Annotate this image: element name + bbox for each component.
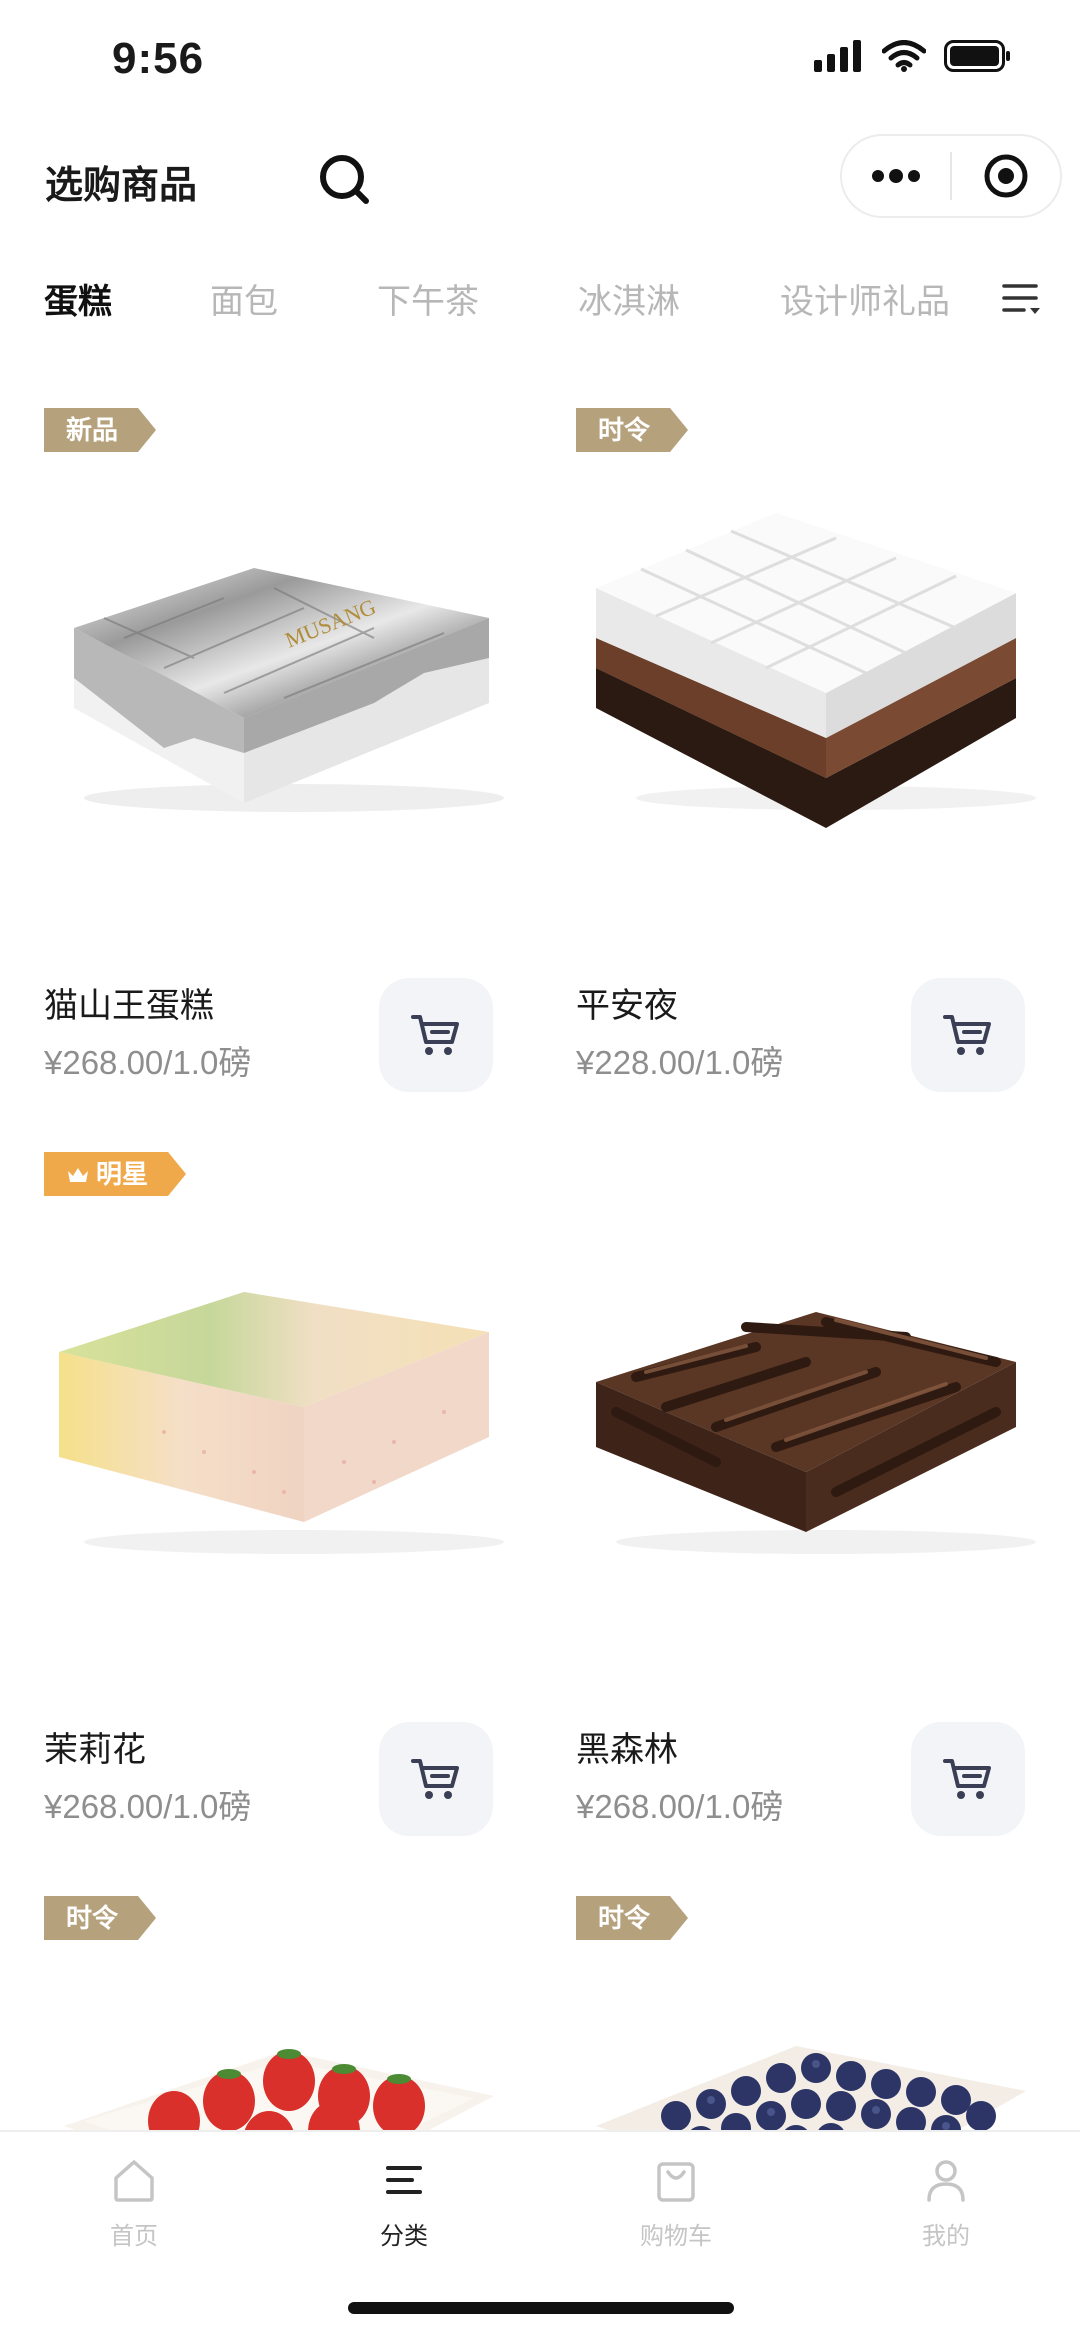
product-name: 茉莉花 (44, 1731, 146, 1769)
user-icon (927, 2160, 965, 2202)
status-bar: 9:56 (0, 0, 1080, 120)
close-miniprogram-button[interactable] (952, 136, 1060, 216)
more-button[interactable] (842, 136, 950, 216)
product-badge: 明星 (44, 1152, 186, 1196)
cart-icon (943, 1015, 991, 1055)
search-button[interactable] (315, 150, 375, 210)
tab-ice-cream[interactable]: 冰淇淋 (578, 274, 680, 323)
header: 选购商品 (0, 130, 1080, 230)
blueberry-cake-image (596, 2046, 1026, 2130)
product-price: ¥268.00/1.0磅 (44, 1044, 252, 1081)
product-badge: 新品 (44, 408, 156, 452)
product-card[interactable]: 新品 MUSANG 猫山王蛋糕 ¥268.00/1.0磅 (44, 408, 544, 1108)
tab-designer-gifts[interactable]: 设计师礼品 (780, 274, 950, 323)
status-time: 9:56 (112, 34, 205, 83)
product-badge: 时令 (576, 408, 688, 452)
jasmine-sponge-cake-image (59, 1292, 504, 1554)
shopping-bag-icon (657, 2162, 695, 2202)
product-price: ¥268.00/1.0磅 (576, 1788, 784, 1825)
crown-icon (66, 1165, 90, 1185)
add-to-cart-button[interactable] (911, 1722, 1025, 1836)
miniprogram-capsule (840, 134, 1062, 218)
add-to-cart-button[interactable] (379, 1722, 493, 1836)
status-icons (814, 40, 1012, 72)
product-card[interactable]: 黑森林 ¥268.00/1.0磅 (576, 1152, 1076, 1852)
target-close-icon (984, 154, 1028, 198)
product-price: ¥228.00/1.0磅 (576, 1044, 784, 1081)
nav-profile[interactable]: 我的 (856, 2152, 1036, 2272)
tab-bread[interactable]: 面包 (210, 274, 278, 323)
search-icon (320, 155, 369, 204)
product-name: 黑森林 (576, 1731, 678, 1769)
tab-cake[interactable]: 蛋糕 (44, 274, 112, 323)
strawberry-cake-image (64, 2049, 494, 2130)
more-dots-icon (872, 169, 920, 183)
nav-label: 购物车 (640, 2223, 712, 2250)
nav-category[interactable]: 分类 (314, 2152, 494, 2272)
add-to-cart-button[interactable] (911, 978, 1025, 1092)
product-card[interactable]: 时令 (44, 1896, 544, 2130)
home-icon (114, 2160, 154, 2202)
nav-label: 首页 (110, 2223, 158, 2250)
home-indicator (348, 2302, 734, 2314)
wifi-icon (882, 40, 926, 72)
nav-label: 分类 (380, 2223, 428, 2250)
nav-home[interactable]: 首页 (44, 2152, 224, 2272)
cart-icon (411, 1759, 459, 1799)
product-name: 猫山王蛋糕 (44, 987, 214, 1025)
white-chocolate-cube-cake-image (596, 513, 1036, 828)
product-price: ¥268.00/1.0磅 (44, 1788, 252, 1825)
tab-afternoon-tea[interactable]: 下午茶 (377, 274, 479, 323)
product-card[interactable]: 时令 平安夜 ¥228.00/1.0磅 (576, 408, 1076, 1108)
category-icon (386, 2166, 422, 2194)
product-badge: 时令 (44, 1896, 156, 1940)
cart-icon (411, 1015, 459, 1055)
battery-icon (944, 40, 1010, 72)
nav-cart[interactable]: 购物车 (586, 2152, 766, 2272)
cart-icon (943, 1759, 991, 1799)
nav-label: 我的 (922, 2223, 970, 2250)
category-tabs: 蛋糕 面包 下午茶 冰淇淋 设计师礼品 (0, 262, 1080, 332)
tabs-menu-button[interactable] (1000, 278, 1044, 322)
product-badge-label: 明星 (96, 1159, 149, 1189)
menu-list-icon (1002, 284, 1040, 314)
add-to-cart-button[interactable] (379, 978, 493, 1092)
product-badge: 时令 (576, 1896, 688, 1940)
product-card[interactable]: 时令 (576, 1896, 1076, 2130)
product-name: 平安夜 (576, 987, 678, 1025)
foil-wrapped-cake-image: MUSANG (74, 568, 504, 812)
page-title: 选购商品 (45, 165, 198, 207)
product-card[interactable]: 明星 茉莉花 ¥268.00/1.0磅 (44, 1152, 544, 1852)
cellular-signal-icon (814, 40, 861, 72)
black-forest-cake-image (596, 1312, 1036, 1554)
